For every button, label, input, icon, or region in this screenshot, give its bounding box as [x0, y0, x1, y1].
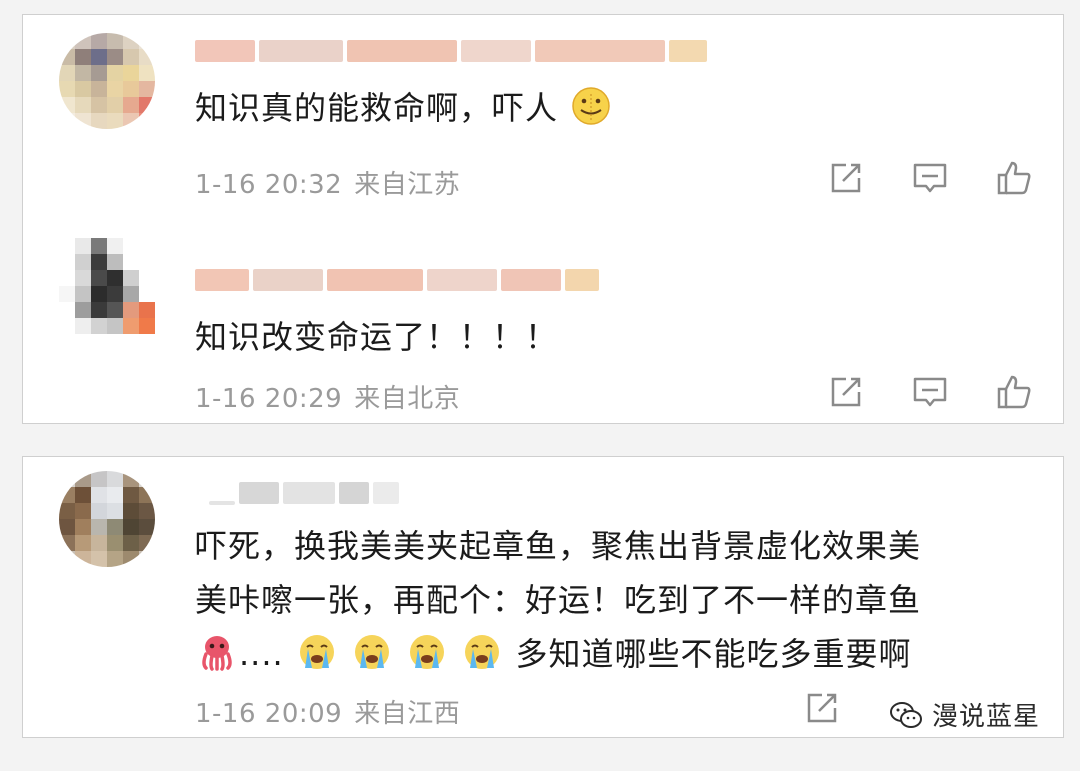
timestamp: 1-16 20:32	[195, 170, 343, 200]
timestamp: 1-16 20:09	[195, 699, 343, 729]
loudly-crying-emoji	[299, 635, 334, 669]
comment-icon[interactable]	[911, 373, 949, 411]
comment-actions	[827, 159, 1033, 197]
octopus-emoji	[202, 636, 232, 671]
username-blurred[interactable]	[195, 39, 707, 63]
comment-card-1: 知识真的能救命啊，吓人 1-16 20:32 来自江苏 知识改变命运了！！！！ …	[22, 14, 1064, 424]
watermark-label: 漫说蓝星	[932, 702, 1041, 732]
timestamp: 1-16 20:29	[195, 384, 343, 414]
comment-icon[interactable]	[911, 159, 949, 197]
comment-text-tail: 多知道哪些不能吃多重要啊	[515, 635, 912, 673]
comment-actions	[803, 689, 841, 727]
location: 来自江苏	[354, 170, 461, 200]
share-icon[interactable]	[827, 373, 865, 411]
share-icon[interactable]	[827, 159, 865, 197]
comment-text-content: 知识改变命运了！！！！	[195, 318, 559, 356]
ellipsis-text: ....	[239, 635, 284, 673]
comment-item: 知识真的能救命啊，吓人 1-16 20:32 来自江苏	[23, 15, 1063, 220]
loudly-crying-emoji	[410, 635, 445, 669]
comment-text: 知识改变命运了！！！！	[195, 310, 1023, 364]
thumbs-up-icon[interactable]	[995, 373, 1033, 411]
loudly-crying-emoji	[465, 635, 500, 669]
comment-meta: 1-16 20:09 来自江西	[195, 693, 460, 730]
comment-meta: 1-16 20:32 来自江苏	[195, 164, 460, 201]
zipper-smile-emoji	[572, 87, 610, 125]
location: 来自北京	[354, 384, 461, 414]
thumbs-up-icon[interactable]	[995, 159, 1033, 197]
comment-text-line: 美咔嚓一张，再配个：好运！吃到了不一样的章鱼	[195, 581, 922, 619]
share-icon[interactable]	[803, 689, 841, 727]
watermark: 漫说蓝星	[880, 694, 1049, 735]
location: 来自江西	[354, 699, 461, 729]
comment-text: 知识真的能救命啊，吓人	[195, 81, 1023, 135]
avatar[interactable]	[59, 33, 155, 129]
wechat-icon	[890, 701, 922, 728]
loudly-crying-emoji	[355, 635, 390, 669]
avatar[interactable]	[59, 238, 155, 334]
avatar[interactable]	[59, 471, 155, 567]
comment-meta: 1-16 20:29 来自北京	[195, 378, 460, 415]
username-blurred[interactable]	[195, 268, 599, 292]
comment-actions	[827, 373, 1033, 411]
comment-text-line: 吓死，换我美美夹起章鱼，聚焦出背景虚化效果美	[195, 527, 922, 565]
comment-text: 吓死，换我美美夹起章鱼，聚焦出背景虚化效果美 美咔嚓一张，再配个：好运！吃到了不…	[195, 519, 1023, 681]
comment-text-line: .... 多知道哪些不能吃多重要啊	[195, 627, 1023, 681]
username-blurred[interactable]	[209, 481, 399, 505]
comment-text-content: 知识真的能救命啊，吓人	[195, 89, 559, 127]
comment-item: 知识改变命运了！！！！ 1-16 20:29 来自北京	[23, 220, 1063, 425]
